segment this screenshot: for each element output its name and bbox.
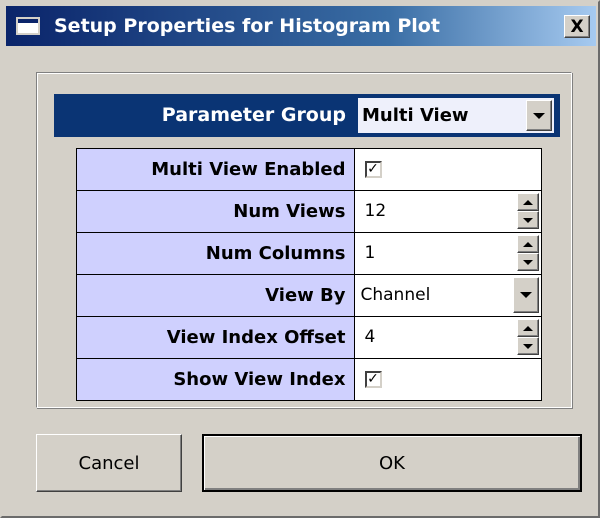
view-by-select[interactable]: Channel bbox=[353, 274, 542, 317]
spin-up-button[interactable] bbox=[517, 235, 539, 253]
arrow-up-icon bbox=[523, 325, 533, 331]
parameter-group-value: Multi View bbox=[362, 105, 469, 126]
ok-button[interactable]: OK bbox=[202, 434, 582, 492]
property-value-cell: ✓ bbox=[353, 148, 542, 191]
spin-down-button[interactable] bbox=[517, 211, 539, 229]
row-view-index-offset: View Index Offset 4 bbox=[76, 316, 542, 359]
properties-grid: Multi View Enabled ✓ Num Views 12 Num Co… bbox=[76, 148, 542, 401]
row-multi-view-enabled: Multi View Enabled ✓ bbox=[76, 148, 542, 191]
num-views-spinner bbox=[517, 193, 539, 229]
window-title: Setup Properties for Histogram Plot bbox=[54, 15, 440, 37]
row-view-by: View By Channel bbox=[76, 274, 542, 317]
spin-up-button[interactable] bbox=[517, 193, 539, 211]
parameter-group-label: Parameter Group bbox=[161, 104, 346, 126]
chevron-down-icon bbox=[520, 292, 532, 298]
parameter-group-row: Parameter Group Multi View bbox=[54, 94, 560, 137]
show-view-index-checkbox[interactable]: ✓ bbox=[364, 371, 382, 388]
arrow-down-icon bbox=[523, 259, 533, 265]
window-icon bbox=[16, 17, 40, 35]
multi-view-enabled-checkbox[interactable]: ✓ bbox=[364, 161, 382, 178]
spin-up-button[interactable] bbox=[517, 319, 539, 337]
close-icon: X bbox=[570, 16, 584, 37]
property-label: Num Views bbox=[76, 190, 355, 233]
row-num-columns: Num Columns 1 bbox=[76, 232, 542, 275]
spin-down-button[interactable] bbox=[517, 337, 539, 355]
title-bar: Setup Properties for Histogram Plot X bbox=[6, 6, 596, 46]
cancel-button[interactable]: Cancel bbox=[36, 434, 182, 492]
chevron-down-icon bbox=[533, 112, 545, 119]
num-views-value: 12 bbox=[364, 201, 387, 221]
arrow-down-icon bbox=[523, 343, 533, 349]
property-label: View By bbox=[76, 274, 355, 317]
property-label: Show View Index bbox=[76, 358, 355, 401]
row-num-views: Num Views 12 bbox=[76, 190, 542, 233]
view-index-offset-field[interactable]: 4 bbox=[353, 316, 542, 359]
property-value-cell: ✓ bbox=[353, 358, 542, 401]
parameter-group-select[interactable]: Multi View bbox=[358, 98, 554, 133]
arrow-up-icon bbox=[523, 241, 533, 247]
property-label: Num Columns bbox=[76, 232, 355, 275]
arrow-up-icon bbox=[523, 199, 533, 205]
num-columns-value: 1 bbox=[364, 243, 376, 263]
num-columns-field[interactable]: 1 bbox=[353, 232, 542, 275]
view-index-offset-spinner bbox=[517, 319, 539, 355]
dialog-window: Setup Properties for Histogram Plot X Pa… bbox=[0, 0, 600, 518]
close-button[interactable]: X bbox=[564, 15, 590, 38]
num-views-field[interactable]: 12 bbox=[353, 190, 542, 233]
property-label: Multi View Enabled bbox=[76, 148, 355, 191]
spin-down-button[interactable] bbox=[517, 253, 539, 271]
arrow-down-icon bbox=[523, 217, 533, 223]
num-columns-spinner bbox=[517, 235, 539, 271]
row-show-view-index: Show View Index ✓ bbox=[76, 358, 542, 401]
view-by-value: Channel bbox=[360, 285, 431, 305]
parameter-group-dropdown-button[interactable] bbox=[526, 100, 552, 131]
property-label: View Index Offset bbox=[76, 316, 355, 359]
view-index-offset-value: 4 bbox=[364, 327, 376, 347]
view-by-dropdown-button[interactable] bbox=[513, 277, 539, 313]
